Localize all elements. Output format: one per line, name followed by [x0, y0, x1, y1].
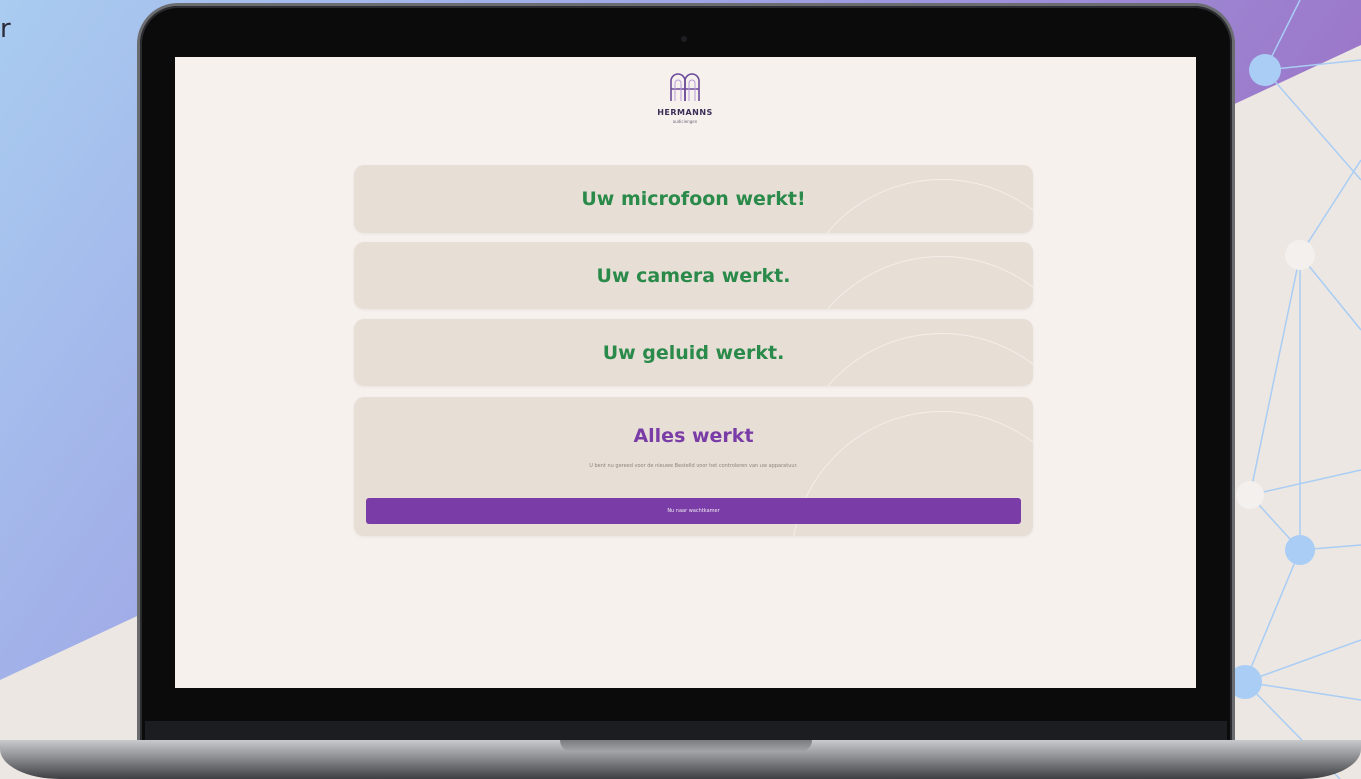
hermanns-logo-icon — [670, 73, 700, 101]
microphone-status-title: Uw microfoon werkt! — [581, 188, 806, 210]
camera-status-title: Uw camera werkt. — [596, 265, 791, 287]
microphone-status-card: Uw microfoon werkt! — [354, 165, 1033, 233]
go-to-waiting-room-button[interactable]: Nu naar wachtkamer — [366, 498, 1021, 524]
camera-status-card: Uw camera werkt. — [354, 242, 1033, 309]
laptop-screen: HERMANNS audiciengen Uw microfoon werkt!… — [175, 57, 1196, 688]
summary-card: Alles werkt U bent nu gereed voor de nie… — [354, 397, 1033, 536]
brand-logo: HERMANNS audiciengen — [633, 71, 737, 151]
background-side-letter: r — [0, 14, 11, 44]
logo-subtitle: audiciengen — [672, 119, 698, 124]
sound-status-card: Uw geluid werkt. — [354, 319, 1033, 386]
webcam-icon — [681, 36, 687, 42]
summary-title: Alles werkt — [633, 425, 754, 447]
summary-note: U bent nu gereed voor de nieuwe Bestelld… — [589, 463, 798, 469]
sound-status-title: Uw geluid werkt. — [602, 342, 785, 364]
laptop-base-notch — [560, 740, 812, 752]
logo-name: HERMANNS — [657, 108, 713, 117]
